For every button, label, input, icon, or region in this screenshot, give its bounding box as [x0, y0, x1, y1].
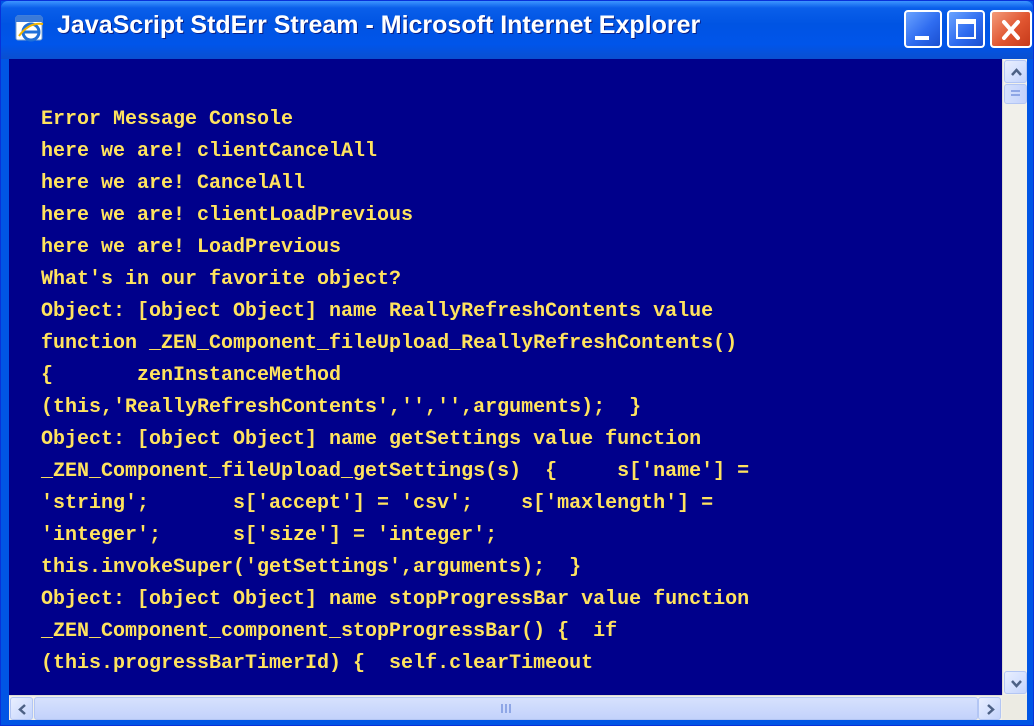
window-title: JavaScript StdErr Stream - Microsoft Int…	[57, 11, 701, 39]
maximize-button[interactable]	[947, 10, 985, 48]
arrow-left-icon	[18, 704, 26, 715]
console-line: 'string'; s['accept'] = 'csv'; s['maxlen…	[41, 492, 714, 515]
close-icon	[996, 15, 1026, 45]
console-line: function _ZEN_Component_fileUpload_Reall…	[41, 332, 738, 355]
console-line: Object: [object Object] name stopProgres…	[41, 588, 750, 611]
console-line: { zenInstanceMethod	[41, 364, 342, 387]
vertical-scrollbar[interactable]	[1002, 59, 1027, 695]
scroll-up-button[interactable]	[1004, 60, 1027, 83]
console-line: Object: [object Object] name ReallyRefre…	[41, 300, 714, 323]
arrow-right-icon	[987, 704, 995, 715]
scrollbar-corner	[1002, 695, 1027, 720]
browser-window: JavaScript StdErr Stream - Microsoft Int…	[0, 0, 1034, 726]
console-line: _ZEN_Component_component_stopProgressBar…	[41, 620, 618, 643]
arrow-down-icon	[1011, 680, 1022, 688]
arrow-up-icon	[1011, 68, 1022, 76]
console-line: this.invokeSuper('getSettings',arguments…	[41, 556, 582, 579]
scroll-down-button[interactable]	[1004, 671, 1027, 694]
horizontal-scrollbar[interactable]	[9, 695, 1002, 720]
scroll-left-button[interactable]	[10, 697, 33, 720]
grip-icon	[501, 704, 513, 713]
horizontal-scroll-thumb[interactable]	[34, 697, 978, 720]
console-line: What's in our favorite object?	[41, 268, 402, 291]
minimize-icon	[915, 36, 929, 40]
scroll-right-button[interactable]	[978, 697, 1001, 720]
minimize-button[interactable]	[904, 10, 942, 48]
console-line: Object: [object Object] name getSettings…	[41, 428, 702, 451]
console-line: (this.progressBarTimerId) { self.clearTi…	[41, 652, 594, 675]
title-bar[interactable]: JavaScript StdErr Stream - Microsoft Int…	[1, 1, 1033, 59]
console-line: here we are! LoadPrevious	[41, 236, 342, 259]
console-line: 'integer'; s['size'] = 'integer';	[41, 524, 498, 547]
close-button[interactable]	[990, 10, 1032, 48]
console-line: here we are! clientLoadPrevious	[41, 204, 414, 227]
console-line: here we are! clientCancelAll	[41, 140, 378, 163]
console-line: _ZEN_Component_fileUpload_getSettings(s)…	[41, 460, 750, 483]
console-line: (this,'ReallyRefreshContents','','',argu…	[41, 396, 642, 419]
error-console[interactable]: Error Message Console here we are! clien…	[9, 59, 1002, 695]
console-line: here we are! CancelAll	[41, 172, 306, 195]
vertical-scroll-thumb[interactable]	[1004, 84, 1027, 104]
ie-icon[interactable]	[15, 14, 45, 44]
client-area: Error Message Console here we are! clien…	[9, 59, 1027, 720]
maximize-icon	[956, 19, 976, 39]
grip-icon	[1011, 90, 1020, 98]
console-line: Error Message Console	[41, 108, 294, 131]
